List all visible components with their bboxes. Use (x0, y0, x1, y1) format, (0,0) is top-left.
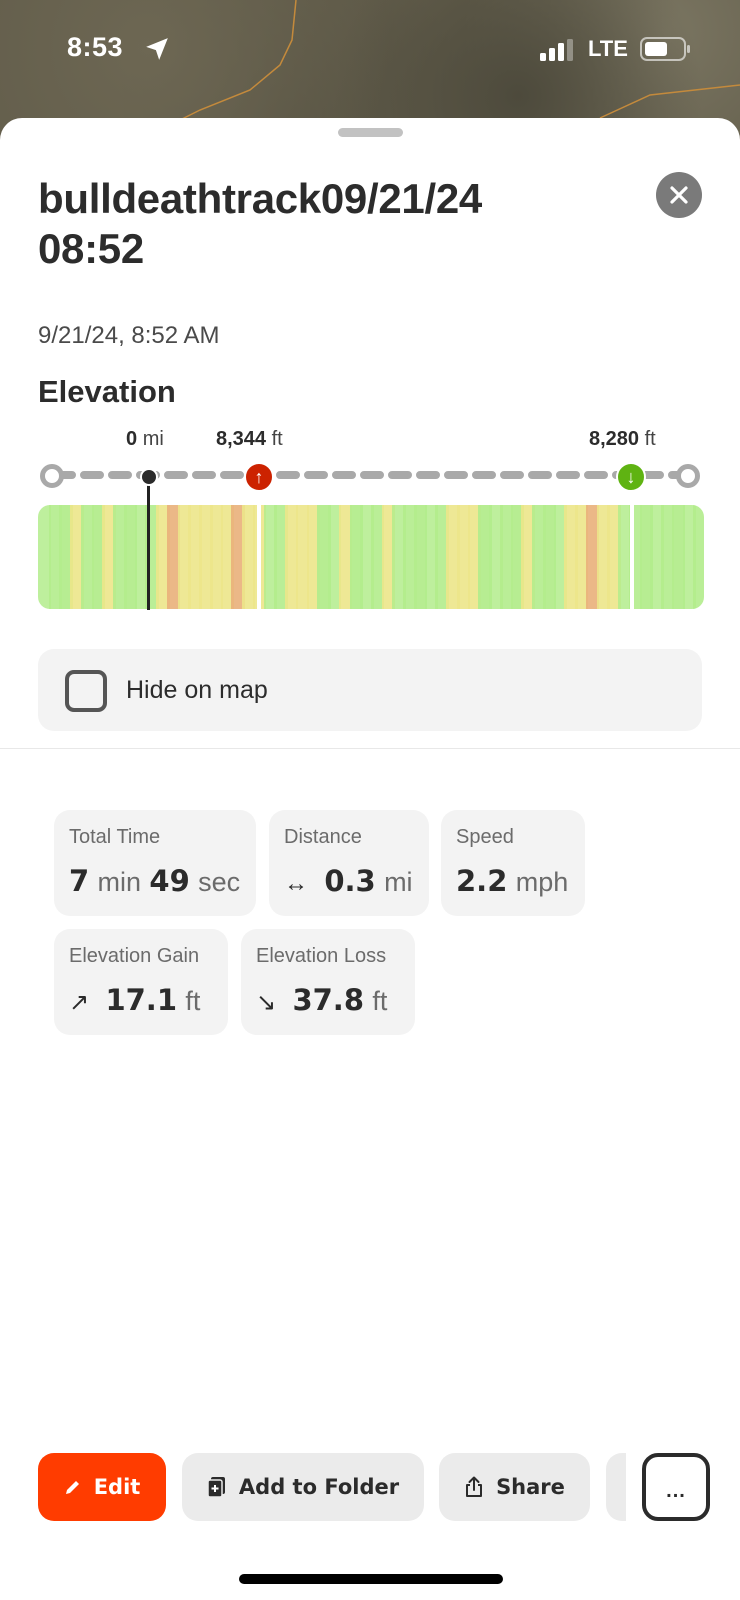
horizontal-arrows-icon: ↔ (284, 870, 308, 897)
cursor-distance-value: 0 (126, 428, 138, 450)
max-elevation-value: 8,344 (216, 428, 267, 450)
stat-value: 2.2 mph (456, 864, 568, 899)
stat-label: Speed (456, 826, 514, 848)
min-elevation-unit: ft (644, 428, 656, 450)
stat-label: Distance (284, 826, 362, 848)
track-start-cap (40, 464, 64, 488)
share-icon (466, 1476, 483, 1497)
elevation-gain-value: 17.1 (105, 983, 178, 1017)
seconds-unit: sec (198, 867, 241, 897)
min-elevation-label: 8,280 ft (589, 428, 656, 451)
stat-label: Total Time (69, 826, 161, 848)
min-elevation-marker-line (630, 505, 634, 609)
track-detail-sheet: bulldeathtrack09/21/24 08:52 9/21/24, 8:… (0, 118, 740, 1600)
seconds-value: 49 (149, 864, 190, 898)
max-elevation-pin[interactable]: ↑ (244, 462, 274, 492)
max-elevation-unit: ft (271, 428, 283, 450)
track-title: bulldeathtrack09/21/24 08:52 (38, 175, 482, 272)
speed-unit: mph (515, 867, 569, 897)
more-ellipsis-icon: ... (666, 1480, 686, 1502)
min-elevation-pin[interactable]: ↓ (616, 462, 646, 492)
battery-icon (640, 37, 690, 61)
close-icon (670, 186, 688, 204)
elevation-loss-unit: ft (372, 986, 388, 1016)
minutes-unit: min (97, 867, 142, 897)
stat-value: ↗ 17.1 ft (69, 983, 200, 1018)
pencil-icon (65, 1481, 79, 1494)
arrow-down-right-icon: ↘ (256, 989, 277, 1016)
cellular-signal-icon (540, 39, 573, 61)
arrow-up-icon: ↑ (254, 466, 264, 487)
speed-value: 2.2 (456, 864, 508, 898)
elevation-gain-unit: ft (185, 986, 201, 1016)
elevation-scrubber-track[interactable] (38, 460, 704, 490)
cursor-distance-label: 0 mi (126, 428, 164, 451)
stat-label: Elevation Loss (256, 945, 387, 967)
arrow-up-right-icon: ↗ (69, 989, 90, 1016)
hide-on-map-label: Hide on map (126, 676, 268, 704)
overflow-action-button[interactable] (606, 1453, 626, 1521)
add-to-folder-label: Add to Folder (238, 1475, 400, 1499)
stat-value: ↔ 0.3 mi (284, 864, 413, 899)
minutes-value: 7 (69, 864, 90, 898)
share-button[interactable]: Share (439, 1453, 590, 1521)
track-end-cap (676, 464, 700, 488)
close-button[interactable] (656, 172, 702, 218)
elevation-heading: Elevation (38, 374, 176, 409)
stat-elevation-gain: Elevation Gain ↗ 17.1 ft (54, 929, 228, 1035)
home-indicator[interactable] (239, 1574, 503, 1584)
hide-on-map-row[interactable]: Hide on map (38, 649, 702, 731)
distance-unit: mi (384, 867, 413, 897)
stat-total-time: Total Time 7 min 49 sec (54, 810, 256, 916)
edit-label: Edit (93, 1475, 141, 1499)
sheet-grabber[interactable] (338, 128, 403, 137)
status-bar: 8:53 LTE (0, 28, 740, 68)
stat-value: 7 min 49 sec (69, 864, 240, 899)
arrow-down-icon: ↓ (626, 466, 636, 487)
distance-value: 0.3 (324, 864, 376, 898)
hide-on-map-checkbox[interactable] (65, 670, 107, 712)
add-to-folder-icon (207, 1477, 225, 1498)
section-divider (0, 748, 740, 749)
stat-label: Elevation Gain (69, 945, 200, 967)
cursor-distance-unit: mi (142, 428, 164, 450)
stat-elevation-loss: Elevation Loss ↘ 37.8 ft (241, 929, 415, 1035)
elevation-loss-value: 37.8 (292, 983, 365, 1017)
more-options-button[interactable]: ... (642, 1453, 710, 1521)
edit-button[interactable]: Edit (38, 1453, 166, 1521)
location-arrow-icon (146, 38, 168, 60)
stat-distance: Distance ↔ 0.3 mi (269, 810, 429, 916)
stat-speed: Speed 2.2 mph (441, 810, 585, 916)
track-date: 9/21/24, 8:52 AM (38, 322, 220, 349)
max-elevation-label: 8,344 ft (216, 428, 283, 451)
status-time: 8:53 (67, 32, 124, 62)
network-type: LTE (588, 36, 628, 61)
max-elevation-marker-line (257, 505, 261, 609)
add-to-folder-button[interactable]: Add to Folder (182, 1453, 424, 1521)
stat-value: ↘ 37.8 ft (256, 983, 387, 1018)
elevation-gradient-stripe (693, 505, 704, 609)
elevation-cursor-handle[interactable] (140, 468, 158, 486)
elevation-gradient-strip[interactable] (38, 505, 704, 609)
elevation-cursor-line (147, 470, 150, 610)
min-elevation-value: 8,280 (589, 428, 640, 450)
share-label: Share (496, 1475, 565, 1499)
